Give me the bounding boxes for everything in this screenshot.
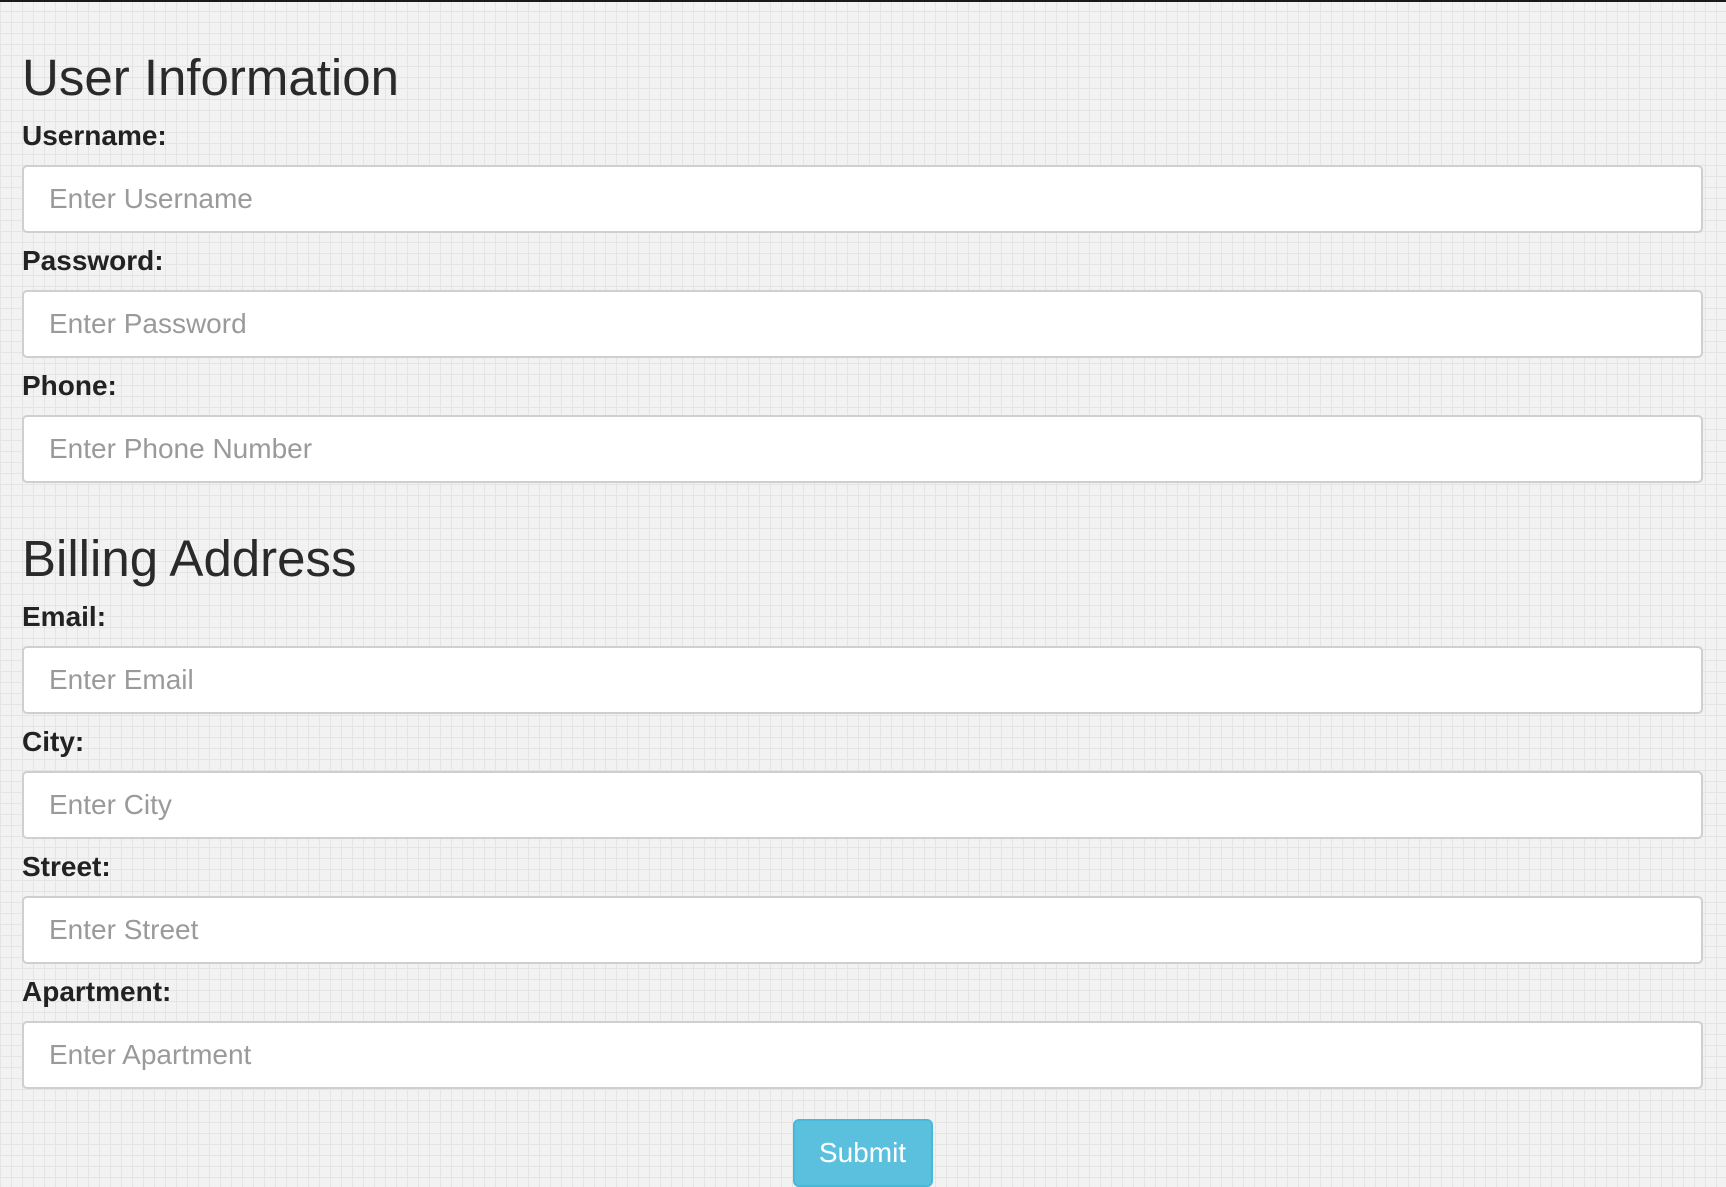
phone-label: Phone:	[22, 370, 117, 401]
billing-address-section: Billing Address Email: City: Street: Apa…	[22, 529, 1703, 1089]
street-input[interactable]	[22, 896, 1703, 964]
street-label: Street:	[22, 851, 111, 882]
email-label: Email:	[22, 601, 107, 632]
password-input[interactable]	[22, 290, 1703, 358]
billing-address-heading: Billing Address	[22, 530, 357, 587]
city-label: City:	[22, 726, 85, 757]
password-label: Password:	[22, 245, 164, 276]
user-information-heading: User Information	[22, 49, 399, 106]
submit-row: Submit	[22, 1119, 1703, 1187]
username-input[interactable]	[22, 165, 1703, 233]
user-billing-form: User Information Username: Password: Pho…	[22, 0, 1703, 1187]
apartment-label: Apartment:	[22, 976, 172, 1007]
city-input[interactable]	[22, 771, 1703, 839]
apartment-input[interactable]	[22, 1021, 1703, 1089]
submit-button[interactable]: Submit	[792, 1119, 933, 1187]
email-input[interactable]	[22, 646, 1703, 714]
phone-input[interactable]	[22, 415, 1703, 483]
username-label: Username:	[22, 120, 167, 151]
user-information-section: User Information Username: Password: Pho…	[22, 48, 1703, 483]
